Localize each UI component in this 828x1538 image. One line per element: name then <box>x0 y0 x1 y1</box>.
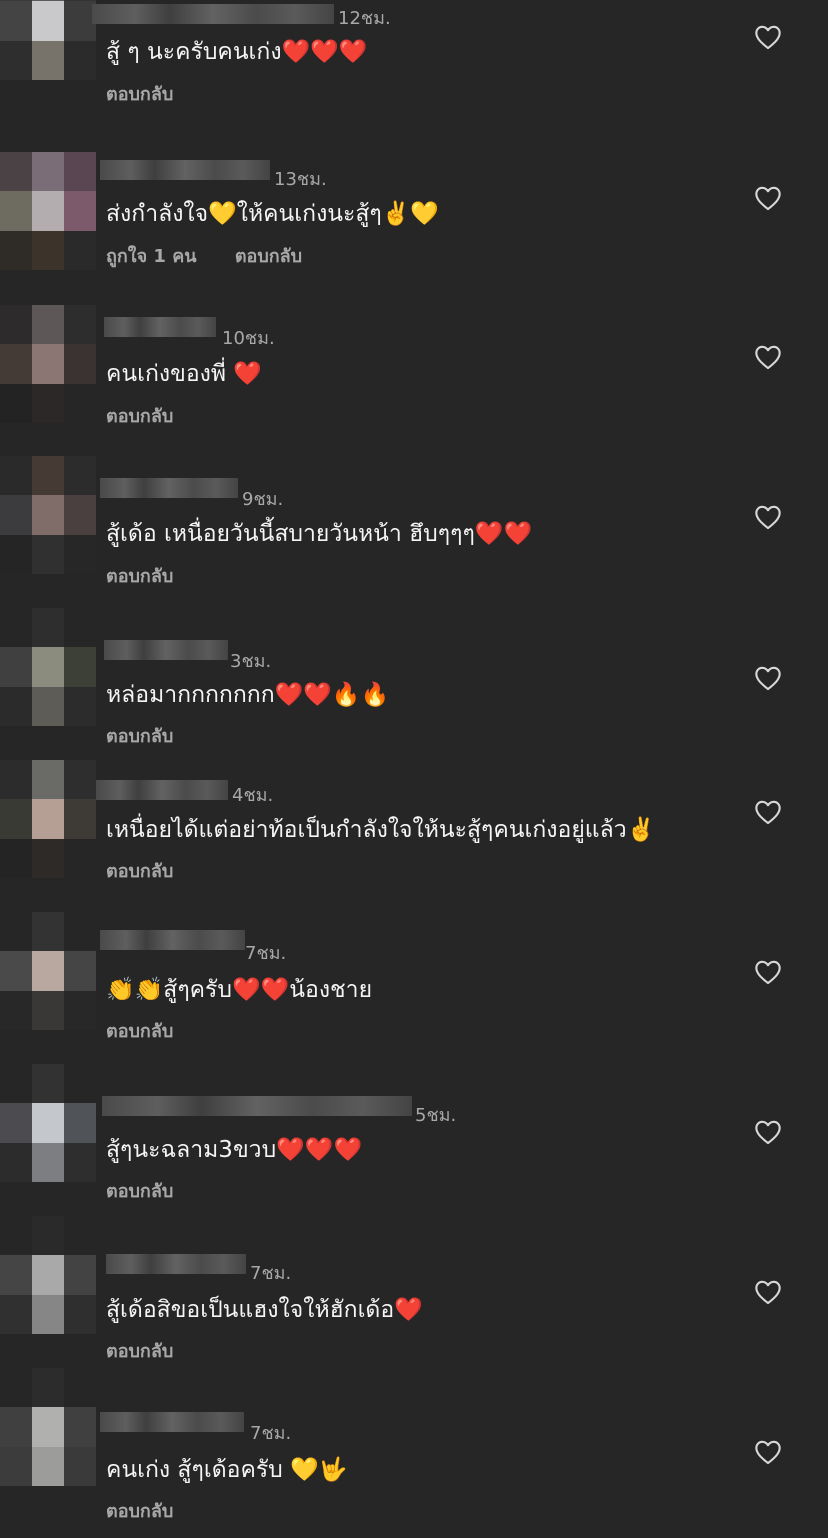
comment-item: 4ชม. เหนื่อยได้แต่อย่าท้อเป็นกำลังใจให้น… <box>0 760 828 920</box>
comment-time: 5ชม. <box>415 1105 457 1126</box>
like-button[interactable] <box>754 665 782 691</box>
username[interactable] <box>102 1096 412 1116</box>
comment-time: 7ชม. <box>250 1423 292 1444</box>
avatar[interactable] <box>0 152 96 270</box>
comment-actions: ตอบกลับ <box>106 1016 205 1045</box>
comment-item: 7ชม. สู้เด้อสิขอเป็นแฮงใจให้ฮักเด้อ❤️ ตอ… <box>0 1216 828 1376</box>
comment-time: 4ชม. <box>232 785 274 806</box>
likes-count[interactable]: ถูกใจ 1 คน <box>106 246 197 267</box>
avatar[interactable] <box>0 305 96 423</box>
username[interactable] <box>100 1412 244 1432</box>
heart-outline-icon <box>755 345 781 370</box>
like-button[interactable] <box>754 959 782 985</box>
reply-button[interactable]: ตอบกลับ <box>106 84 173 105</box>
comment-item: 13ชม. ส่งกำลังใจ💛ให้คนเก่งนะสู้ๆ✌️💛 ถูกใ… <box>0 152 828 312</box>
avatar[interactable] <box>0 912 96 1030</box>
username[interactable] <box>100 930 245 950</box>
comment-item: 7ชม. 👏👏สู้ๆครับ❤️❤️น้องชาย ตอบกลับ <box>0 912 828 1072</box>
reply-button[interactable]: ตอบกลับ <box>106 1021 173 1042</box>
username[interactable] <box>100 160 270 180</box>
heart-outline-icon <box>755 1120 781 1145</box>
comment-text: คนเก่งของพี่ ❤️ <box>106 361 263 387</box>
comment-item: 3ชม. หล่อมากกกกกกก❤️❤️🔥🔥 ตอบกลับ <box>0 608 828 768</box>
comment-item: 10ชม. คนเก่งของพี่ ❤️ ตอบกลับ <box>0 305 828 465</box>
like-button[interactable] <box>754 344 782 370</box>
comment-item: 12ชม. สู้ ๆ นะครับคนเก่ง❤️❤️❤️ ตอบกลับ <box>0 0 828 158</box>
like-button[interactable] <box>754 504 782 530</box>
comment-item: 5ชม. สู้ๆนะฉลาม3ขวบ❤️❤️❤️ ตอบกลับ <box>0 1064 828 1224</box>
heart-outline-icon <box>755 505 781 530</box>
like-button[interactable] <box>754 799 782 825</box>
reply-button[interactable]: ตอบกลับ <box>106 1501 173 1522</box>
like-button[interactable] <box>754 1279 782 1305</box>
comment-time: 7ชม. <box>245 943 287 964</box>
heart-outline-icon <box>755 666 781 691</box>
comment-actions: ตอบกลับ <box>106 856 205 885</box>
username[interactable] <box>104 640 228 660</box>
reply-button[interactable]: ตอบกลับ <box>106 406 173 427</box>
reply-button[interactable]: ตอบกลับ <box>106 566 173 587</box>
heart-outline-icon <box>755 800 781 825</box>
reply-button[interactable]: ตอบกลับ <box>106 726 173 747</box>
username[interactable] <box>106 1254 246 1274</box>
avatar[interactable] <box>0 1368 96 1486</box>
heart-outline-icon <box>755 960 781 985</box>
comment-list: 12ชม. สู้ ๆ นะครับคนเก่ง❤️❤️❤️ ตอบกลับ 1… <box>0 0 828 1538</box>
username[interactable] <box>100 478 238 498</box>
comment-time: 9ชม. <box>242 489 284 510</box>
heart-outline-icon <box>755 25 781 50</box>
heart-outline-icon <box>755 1440 781 1465</box>
comment-time: 7ชม. <box>250 1263 292 1284</box>
comment-time: 3ชม. <box>230 651 272 672</box>
comment-time: 12ชม. <box>338 8 391 29</box>
comment-text: สู้ๆนะฉลาม3ขวบ❤️❤️❤️ <box>106 1137 363 1163</box>
avatar[interactable] <box>0 0 96 80</box>
reply-button[interactable]: ตอบกลับ <box>235 246 302 267</box>
avatar[interactable] <box>0 456 96 574</box>
comment-text: คนเก่ง สู้ๆเด้อครับ 💛🤟 <box>106 1457 348 1483</box>
like-button[interactable] <box>754 1439 782 1465</box>
heart-outline-icon <box>755 1280 781 1305</box>
comment-actions: ตอบกลับ <box>106 401 205 430</box>
avatar[interactable] <box>0 1064 96 1182</box>
reply-button[interactable]: ตอบกลับ <box>106 1341 173 1362</box>
like-button[interactable] <box>754 1119 782 1145</box>
username[interactable] <box>96 780 228 800</box>
comment-actions: ตอบกลับ <box>106 1176 205 1205</box>
comment-actions: ตอบกลับ <box>106 721 205 750</box>
comment-time: 10ชม. <box>222 328 275 349</box>
like-button[interactable] <box>754 185 782 211</box>
comment-text: สู้เด้อสิขอเป็นแฮงใจให้ฮักเด้อ❤️ <box>106 1297 423 1323</box>
reply-button[interactable]: ตอบกลับ <box>106 1181 173 1202</box>
comment-actions: ตอบกลับ <box>106 561 205 590</box>
username[interactable] <box>92 4 334 24</box>
reply-button[interactable]: ตอบกลับ <box>106 861 173 882</box>
comment-time: 13ชม. <box>274 169 327 190</box>
comment-item: 9ชม. สู้เด้อ เหนื่อยวันนี้สบายวันหน้า ฮึ… <box>0 456 828 616</box>
username[interactable] <box>104 317 216 337</box>
like-button[interactable] <box>754 24 782 50</box>
comment-actions: ตอบกลับ <box>106 79 205 108</box>
comment-text: ส่งกำลังใจ💛ให้คนเก่งนะสู้ๆ✌️💛 <box>106 201 440 227</box>
avatar[interactable] <box>0 608 96 726</box>
comment-text: สู้เด้อ เหนื่อยวันนี้สบายวันหน้า ฮึบๆๆๆ❤… <box>106 521 533 547</box>
comment-actions: ตอบกลับ <box>106 1336 205 1365</box>
comment-text: สู้ ๆ นะครับคนเก่ง❤️❤️❤️ <box>106 39 368 65</box>
comment-actions: ถูกใจ 1 คน ตอบกลับ <box>106 241 334 270</box>
comment-actions: ตอบกลับ <box>106 1496 205 1525</box>
heart-outline-icon <box>755 186 781 211</box>
comment-text: 👏👏สู้ๆครับ❤️❤️น้องชาย <box>106 977 373 1003</box>
avatar[interactable] <box>0 760 96 878</box>
avatar[interactable] <box>0 1216 96 1334</box>
comment-item: 7ชม. คนเก่ง สู้ๆเด้อครับ 💛🤟 ตอบกลับ <box>0 1368 828 1528</box>
comment-text: เหนื่อยได้แต่อย่าท้อเป็นกำลังใจให้นะสู้ๆ… <box>106 817 656 843</box>
comment-text: หล่อมากกกกกกก❤️❤️🔥🔥 <box>106 682 390 708</box>
